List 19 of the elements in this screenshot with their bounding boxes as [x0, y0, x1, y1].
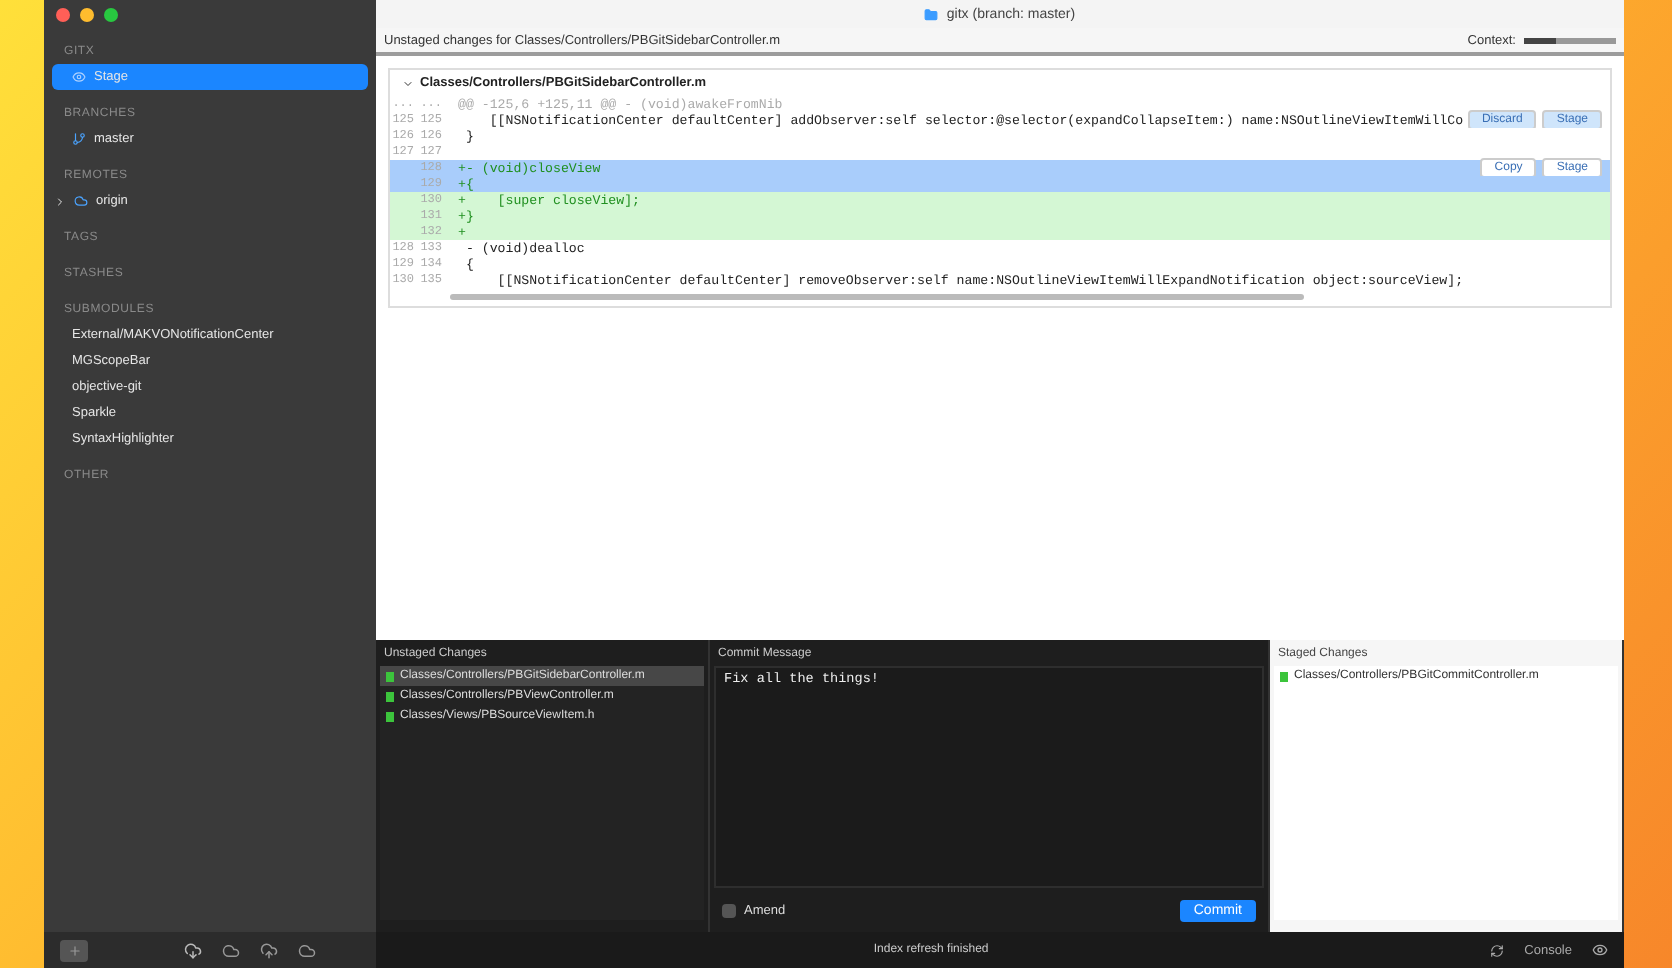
- context-slider[interactable]: [1524, 37, 1616, 43]
- cloud-icon[interactable]: [298, 941, 316, 959]
- add-button[interactable]: [60, 939, 88, 961]
- eye-icon: [72, 70, 86, 84]
- eye-icon[interactable]: [1592, 942, 1608, 958]
- close-button[interactable]: [56, 8, 70, 22]
- minimize-button[interactable]: [80, 8, 94, 22]
- folder-icon: [924, 7, 939, 21]
- refresh-icon[interactable]: [1490, 943, 1505, 957]
- cloud-icon[interactable]: [184, 941, 202, 959]
- plus-icon: [67, 943, 81, 957]
- branch-icon: [72, 132, 86, 146]
- cloud-icon[interactable]: [260, 941, 278, 959]
- cloud-icon: [74, 194, 88, 208]
- chevron-icon[interactable]: [54, 195, 66, 207]
- cloud-icon[interactable]: [222, 941, 240, 959]
- zoom-button[interactable]: [104, 8, 118, 22]
- amend-checkbox[interactable]: [722, 903, 736, 917]
- disclosure-icon[interactable]: [402, 77, 414, 89]
